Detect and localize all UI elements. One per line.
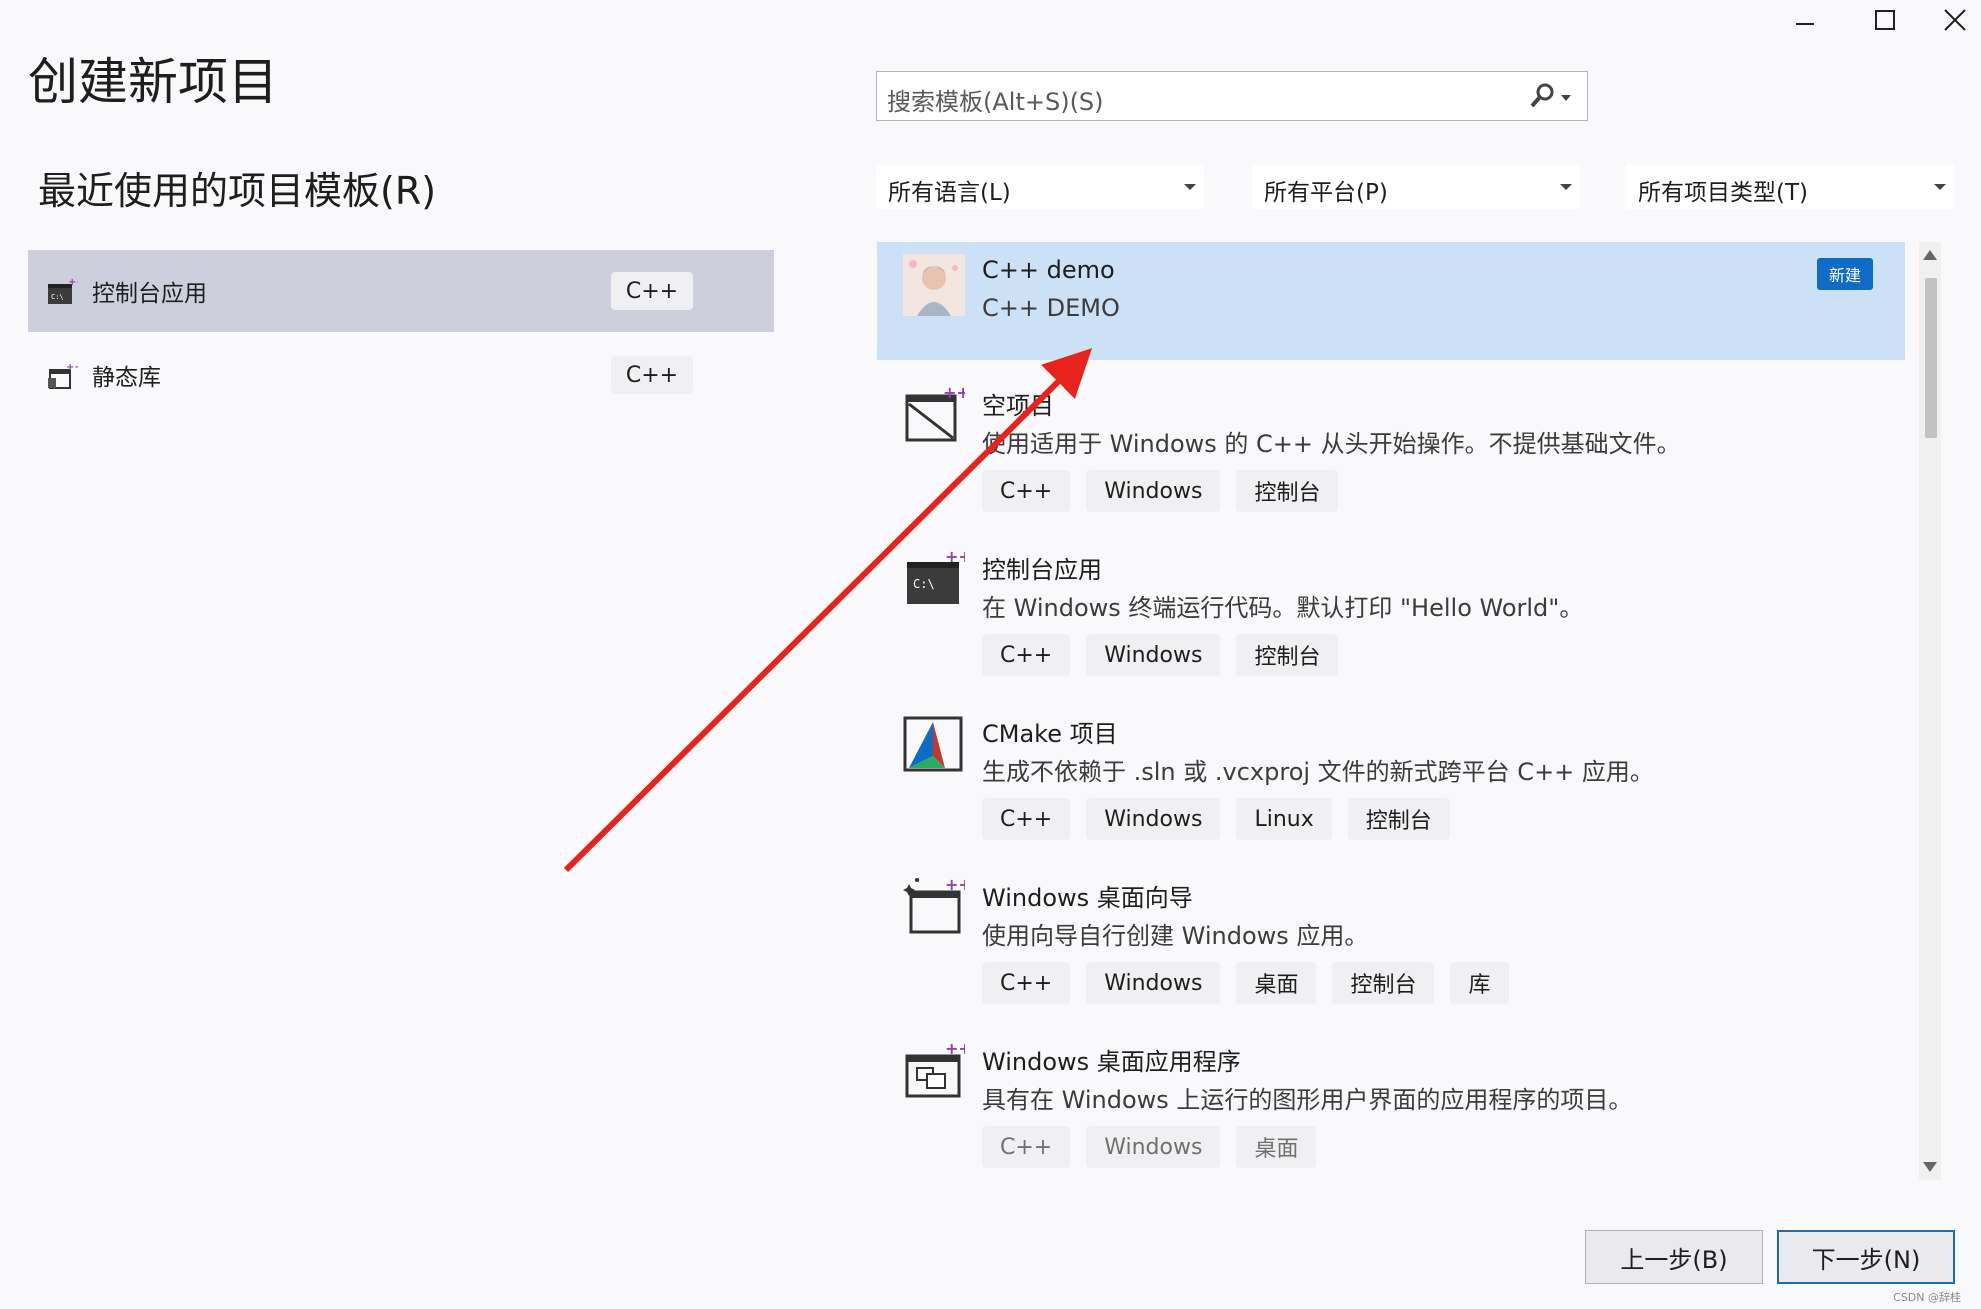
annotation-arrow [563,348,1093,873]
next-button[interactable]: 下一步(N) [1777,1230,1955,1284]
watermark: CSDN @辞桂 [1893,1291,1961,1304]
back-button[interactable]: 上一步(B) [1585,1230,1763,1284]
